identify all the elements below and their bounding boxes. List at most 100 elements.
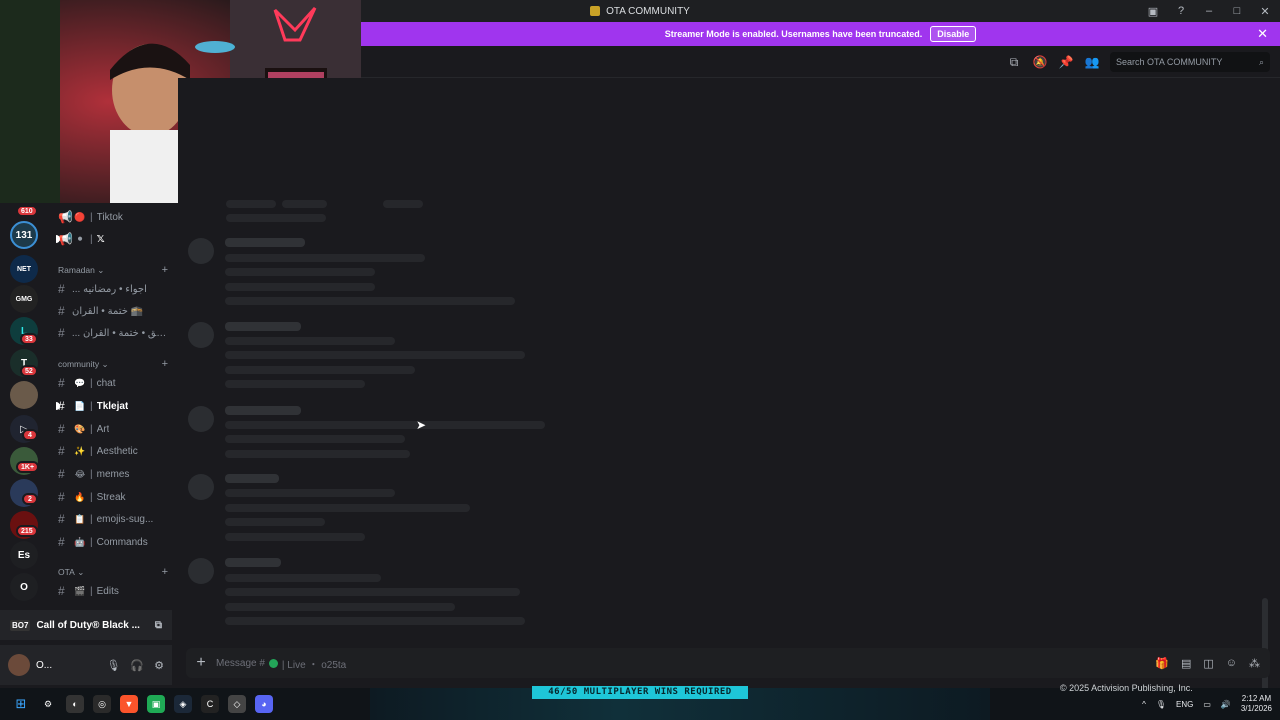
skeleton-avatar [188, 558, 214, 584]
network-icon[interactable]: ▭ [1203, 700, 1211, 709]
server-logo-icon [590, 6, 601, 16]
app-icon[interactable]: ◐ [66, 695, 84, 713]
channel-emoji: 💬 [74, 377, 86, 388]
channel-item[interactable]: 📢 ⚫ | 𝕏 [56, 229, 168, 249]
skeleton-line [225, 297, 515, 305]
disable-streamer-mode-button[interactable]: Disable [930, 26, 977, 42]
gift-icon[interactable]: 🎁 [1155, 657, 1169, 670]
skeleton-line [225, 617, 525, 625]
channel-item[interactable]: # ختمة • القرآن 🕋 [58, 301, 168, 321]
skeleton-line [226, 214, 326, 222]
server-icon-es[interactable]: Es [10, 541, 38, 569]
channel-item[interactable]: # 🎬 | Edits [58, 581, 168, 601]
pin-icon[interactable]: 📌 [1058, 54, 1074, 70]
server-icon[interactable]: GMG [10, 285, 38, 313]
skeleton-line [225, 558, 281, 567]
hash-icon: # [58, 282, 65, 296]
microphone-tray-icon[interactable]: 🎙 [1156, 700, 1166, 709]
search-placeholder: Search OTA COMMUNITY [1116, 57, 1223, 67]
add-channel-icon[interactable]: + [162, 566, 168, 578]
unread-badge: 610 [16, 205, 38, 217]
hash-icon: # [58, 326, 65, 340]
add-channel-icon[interactable]: + [162, 358, 168, 370]
stream-icon[interactable]: ⧉ [155, 620, 162, 631]
settings-icon[interactable]: ⚙ [39, 695, 57, 713]
server-icon-o[interactable]: O [10, 573, 38, 601]
brave-browser-icon[interactable]: ▼ [120, 695, 138, 713]
server-icon[interactable] [10, 381, 38, 409]
steam-icon[interactable]: ◈ [174, 695, 192, 713]
notification-bell-icon[interactable]: 🔕 [1032, 54, 1048, 70]
skeleton-line [225, 450, 410, 458]
channel-name: Edits [96, 585, 119, 597]
add-channel-icon[interactable]: + [162, 264, 168, 276]
apps-icon[interactable]: ⁂ [1249, 657, 1260, 670]
message-placeholder: Message # [216, 657, 265, 669]
call-of-duty-icon[interactable]: C [201, 695, 219, 713]
sticker-icon[interactable]: ◫ [1203, 657, 1213, 670]
hash-icon: # [58, 376, 65, 390]
category-ramadan[interactable]: Ramadan ⌄ + [58, 263, 168, 277]
channel-list: 📢 🔴 | Tiktok 📢 ⚫ | 𝕏 Ramadan ⌄ + # ... ا… [48, 203, 172, 605]
channel-item[interactable]: # ... اجواء • رمضانيه [58, 279, 168, 299]
maximize-button[interactable]: □ [1230, 5, 1244, 17]
message-list-loading: ➤ [178, 78, 1270, 708]
server-icon[interactable]: NET [10, 255, 38, 283]
channel-item[interactable]: # 😂 | memes [58, 464, 168, 484]
discord-icon[interactable]: ◕ [255, 695, 273, 713]
unread-badge: 4 [22, 429, 38, 441]
category-community[interactable]: community ⌄ + [58, 357, 168, 371]
skeleton-line [226, 200, 276, 208]
app-icon[interactable]: ▣ [147, 695, 165, 713]
hash-icon: # [58, 535, 65, 549]
streamer-mode-banner: Streamer Mode is enabled. Usernames have… [361, 22, 1280, 46]
minimize-button[interactable]: – [1202, 5, 1216, 17]
inbox-icon[interactable]: ▣ [1146, 5, 1160, 18]
close-window-button[interactable]: ✕ [1258, 5, 1272, 18]
clock[interactable]: 2:12 AM 3/1/2026 [1241, 694, 1272, 714]
channel-name: Commands [96, 536, 148, 548]
attach-plus-icon[interactable]: + [186, 654, 216, 672]
settings-gear-icon[interactable]: ⚙ [154, 659, 164, 672]
member-list-icon[interactable]: 👥 [1084, 54, 1100, 70]
search-input[interactable]: Search OTA COMMUNITY ⌕ [1110, 52, 1270, 72]
app-icon[interactable]: ◇ [228, 695, 246, 713]
threads-icon[interactable]: ⧉ [1006, 54, 1022, 70]
unread-badge: 1K+ [16, 461, 40, 473]
avatar[interactable] [8, 654, 30, 676]
discord-app: OTA COMMUNITY ▣ ? – □ ✕ Streamer Mode is… [0, 0, 1280, 720]
microphone-icon[interactable]: 🎙 [106, 659, 120, 672]
server-icon[interactable]: 131 [10, 221, 38, 249]
gif-icon[interactable]: ▤ [1181, 657, 1191, 670]
channel-item[interactable]: # ✨ | Aesthetic [58, 441, 168, 461]
channel-item[interactable]: 📢 🔴 | Tiktok [58, 207, 168, 227]
skeleton-line [383, 200, 423, 208]
message-input[interactable]: Message # | Live ・ o25ta [216, 656, 346, 671]
hash-icon: # [58, 422, 65, 436]
message-composer[interactable]: + Message # | Live ・ o25ta 🎁 ▤ ◫ ☺ ⁂ [186, 648, 1270, 678]
headphones-icon[interactable]: 🎧 [130, 659, 144, 672]
channel-item[interactable]: # ... فريق • ختمة • القرآن [58, 323, 168, 343]
skeleton-line [225, 421, 545, 429]
game-activity[interactable]: BO7 Call of Duty® Black ... ⧉ [0, 610, 172, 640]
channel-item[interactable]: # 🤖 | Commands [58, 532, 168, 552]
username: O... [36, 659, 53, 671]
app-icon[interactable]: ◎ [93, 695, 111, 713]
channel-item[interactable]: # 📋 | emojis-sug... [58, 509, 168, 529]
emoji-icon[interactable]: ☺ [1226, 657, 1237, 670]
volume-icon[interactable]: 🔊 [1221, 700, 1231, 709]
language-indicator[interactable]: ENG [1176, 700, 1193, 709]
help-icon[interactable]: ? [1174, 5, 1188, 17]
channel-item[interactable]: # 📄 | Tklejat [56, 396, 168, 416]
channel-item[interactable]: # 💬 | chat [58, 373, 168, 393]
windows-start-icon[interactable]: ⊞ [12, 695, 30, 713]
channel-emoji: 📄 [74, 400, 86, 411]
channel-item[interactable]: # 🎨 | Art [58, 419, 168, 439]
category-ota[interactable]: OTA ⌄ + [58, 565, 168, 579]
close-icon[interactable]: ✕ [1257, 26, 1268, 42]
window-controls: ▣ ? – □ ✕ [1146, 0, 1272, 22]
channel-header: ⧉ 🔕 📌 👥 Search OTA COMMUNITY ⌕ [361, 46, 1280, 78]
chevron-up-icon[interactable]: ^ [1142, 700, 1146, 709]
composer-tools: 🎁 ▤ ◫ ☺ ⁂ [1155, 657, 1260, 670]
channel-item[interactable]: # 🔥 | Streak [58, 487, 168, 507]
